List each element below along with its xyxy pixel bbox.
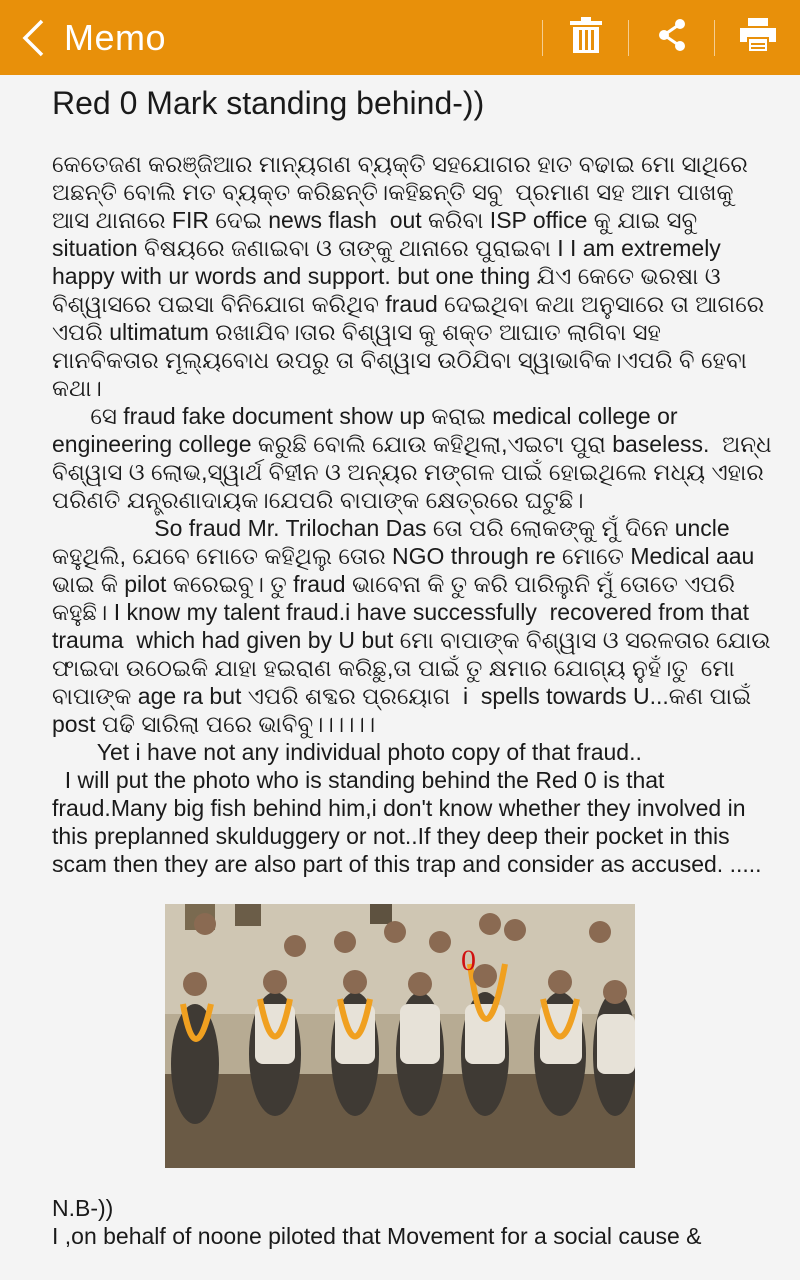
- nb-label: N.B-)): [52, 1195, 114, 1221]
- memo-paragraph: So fraud Mr. Trilochan Das ତୋ ପରି ଲୋକଙ୍କ…: [52, 515, 777, 737]
- memo-paragraph: Yet i have not any individual photo copy…: [52, 739, 762, 877]
- back-button[interactable]: Memo: [0, 0, 166, 75]
- memo-title: Red 0 Mark standing behind-)): [52, 85, 485, 121]
- memo-paragraph: I ,on behalf of noone piloted that Movem…: [52, 1223, 702, 1249]
- app-title: Memo: [64, 16, 167, 58]
- share-button[interactable]: [629, 0, 714, 75]
- app-bar: Memo: [0, 0, 800, 75]
- memo-paragraph: ସେ fraud fake document show up କରାଇ medi…: [52, 403, 779, 513]
- group-photo[interactable]: 0: [165, 904, 635, 1168]
- group-photo-image: 0: [165, 904, 635, 1168]
- chevron-left-icon: [20, 18, 46, 58]
- delete-button[interactable]: [543, 0, 628, 75]
- share-icon: [656, 18, 688, 57]
- trash-icon: [569, 17, 603, 58]
- memo-content[interactable]: Red 0 Mark standing behind-)) କେତେଜଣ କରଞ…: [52, 82, 772, 1250]
- toolbar-actions: [542, 0, 800, 75]
- red-zero-mark: 0: [461, 944, 476, 977]
- print-button[interactable]: [715, 0, 800, 75]
- memo-paragraph: କେତେଜଣ କରଞ୍ଜିଆର ମାନ୍ୟଗଣ ବ୍ୟକ୍ତି ସହଯୋଗର ହ…: [52, 151, 771, 401]
- print-icon: [739, 18, 776, 57]
